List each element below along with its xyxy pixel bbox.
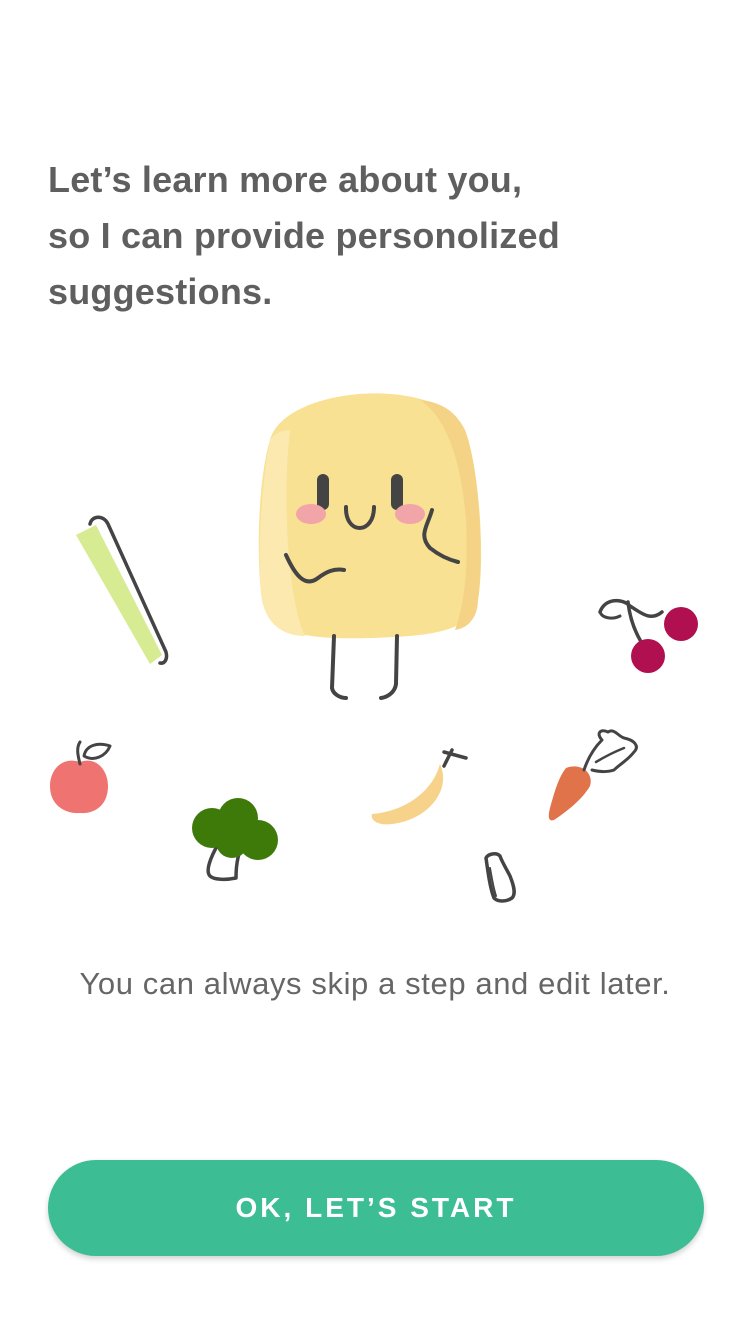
intro-heading: Let’s learn more about you, so I can pro…	[48, 152, 708, 320]
skip-hint-text: You can always skip a step and edit late…	[79, 966, 671, 1001]
broccoli-icon	[192, 798, 278, 882]
food-illustration	[0, 370, 750, 930]
start-button[interactable]: OK, LET’S START	[48, 1160, 704, 1256]
apple-icon	[50, 740, 112, 814]
intro-line-3: suggestions.	[48, 271, 273, 312]
cherries-icon	[598, 598, 698, 673]
potato-mascot-icon	[258, 393, 482, 700]
intro-line-1: Let’s learn more about you,	[48, 159, 523, 200]
celery-icon	[76, 515, 169, 665]
intro-line-2: so I can provide personolized	[48, 215, 560, 256]
milk-bottle-icon	[484, 852, 516, 903]
banana-icon	[371, 748, 468, 825]
carrot-icon	[548, 729, 638, 821]
